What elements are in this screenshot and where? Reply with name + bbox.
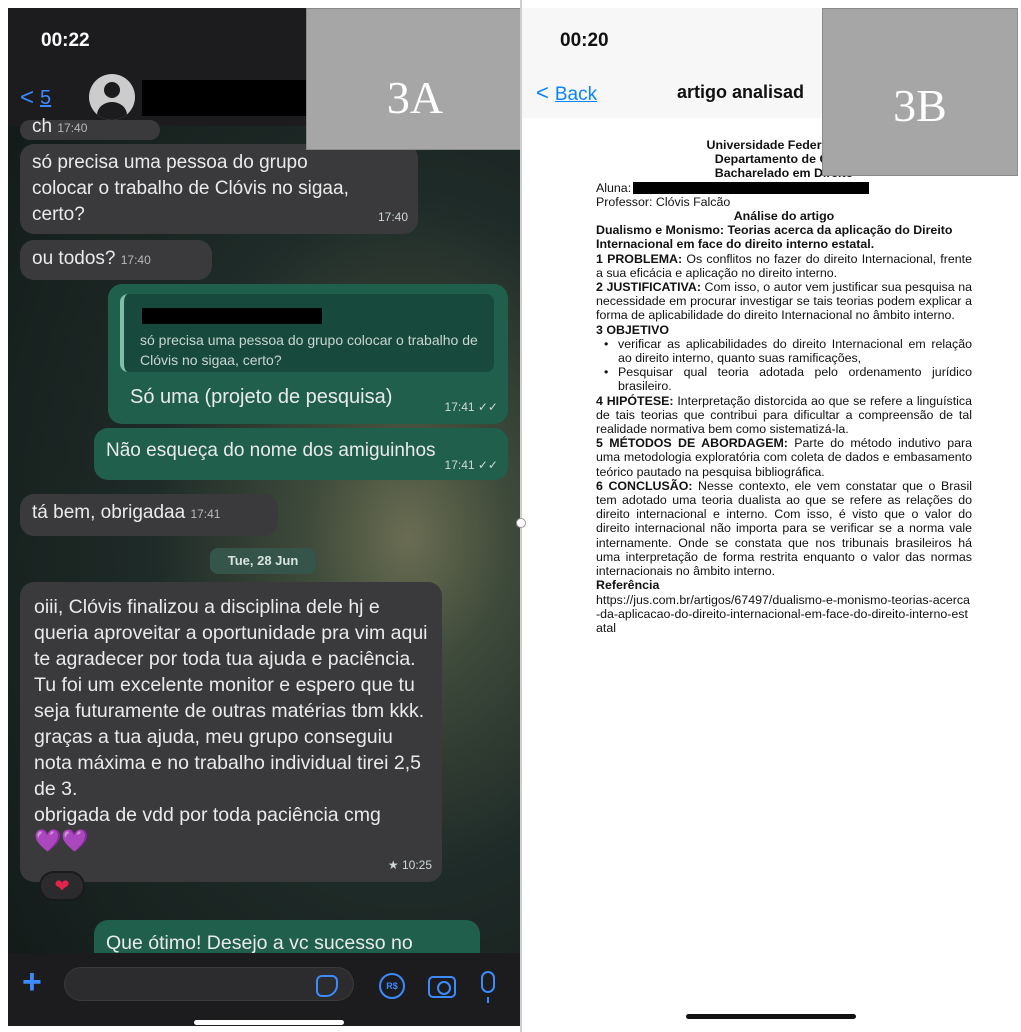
composer-bar: + R$ [8, 953, 521, 1026]
redacted-student-name [633, 182, 870, 195]
status-time: 00:22 [41, 30, 90, 51]
objective-item: Pesquisar qual teoria adotada pelo orden… [596, 365, 972, 393]
back-button[interactable]: < Back [536, 80, 597, 106]
objective-item: verificar as aplicabilidades do direito … [596, 337, 972, 365]
message-time: 17:41 ✓✓ [444, 458, 498, 472]
professor-line: Professor: Clóvis Falcão [596, 194, 731, 209]
document-body: Universidade Federal da P Departamento d… [596, 138, 972, 635]
message-bubble-incoming[interactable]: só precisa uma pessoa do grupo colocar o… [20, 144, 418, 234]
section-label: 5 MÉTODOS DE ABORDAGEM: [596, 436, 788, 451]
message-text: obrigada de vdd por toda paciência cmg [34, 804, 381, 826]
figure-label-text: 3A [386, 72, 444, 123]
section-label: 4 HIPÓTESE: [596, 393, 674, 408]
resize-handle [516, 518, 526, 528]
message-input[interactable] [64, 967, 354, 1001]
message-bubble-partial: ch 17:40 [20, 117, 160, 140]
chevron-left-icon: < [20, 84, 35, 111]
back-label: Back [554, 84, 598, 105]
message-bubble-incoming[interactable]: oiii, Clóvis finalizou a disciplina dele… [20, 582, 442, 882]
back-button[interactable]: <5 [20, 84, 51, 112]
home-indicator [686, 1014, 856, 1019]
heart-reaction[interactable]: ❤ [39, 871, 85, 901]
redacted-quote-author [142, 308, 322, 324]
quoted-text: só precisa uma pessoa do grupo colocar o… [140, 332, 478, 368]
document-screenshot: 00:20 < Back artigo analisad Universidade… [522, 8, 1018, 1026]
section-label: 6 CONCLUSÃO: [596, 478, 693, 493]
quoted-message[interactable]: só precisa uma pessoa do grupo colocar o… [120, 294, 494, 372]
message-text: ch [32, 116, 53, 137]
figure-label-3a: 3A [306, 8, 521, 150]
message-bubble-incoming[interactable]: tá bem, obrigadaa 17:41 [20, 494, 278, 536]
mic-icon[interactable] [481, 971, 495, 1003]
section-metodos: 5 MÉTODOS DE ABORDAGEM: Parte do método … [596, 436, 972, 479]
section-label: 2 JUSTIFICATIVA: [596, 280, 701, 295]
document-title: artigo analisad [677, 82, 805, 102]
section-label: 1 PROBLEMA: [596, 251, 683, 266]
section-title: Análise do artigo [733, 209, 835, 224]
figure-label-3b: 3B [822, 8, 1018, 176]
message-text: oiii, Clóvis finalizou a disciplina dele… [34, 596, 428, 800]
camera-icon[interactable] [428, 976, 456, 998]
message-time: 17:40 [57, 121, 88, 135]
message-bubble-outgoing[interactable]: só precisa uma pessoa do grupo colocar o… [108, 284, 508, 424]
plus-icon[interactable]: + [22, 963, 42, 1002]
reference-url[interactable]: https://jus.com.br/artigos/67497/dualism… [596, 593, 972, 636]
figure-label-text: 3B [893, 80, 947, 131]
section-problema: 1 PROBLEMA: Os conflitos no fazer do dir… [596, 252, 972, 280]
redacted-contact-name [142, 80, 332, 116]
section-conclusao: 6 CONCLUSÃO: Nesse contexto, ele vem con… [596, 479, 972, 578]
avatar[interactable] [89, 74, 135, 120]
purple-heart-emoji: 💜💜 [34, 828, 89, 853]
section-text: Nesse contexto, ele vem constatar que o … [596, 478, 972, 579]
chat-screenshot: 00:22 <5 ch 17:40 só precisa uma pessoa … [8, 8, 521, 1026]
date-separator: Tue, 28 Jun [210, 548, 316, 574]
section-objetivo-label: 3 OBJETIVO [596, 322, 669, 337]
message-text: tá bem, obrigadaa [32, 502, 186, 523]
section-hipotese: 4 HIPÓTESE: Interpretação distorcida ao … [596, 394, 972, 437]
reference-label: Referência [596, 578, 660, 593]
section-justificativa: 2 JUSTIFICATIVA: Com isso, o autor vem j… [596, 280, 972, 323]
unread-count: 5 [40, 86, 52, 109]
student-label: Aluna: [596, 180, 632, 195]
pix-icon[interactable]: R$ [379, 973, 405, 999]
message-text: só precisa uma pessoa do grupo colocar o… [32, 152, 349, 225]
message-text: Não esqueça do nome dos amiguinhos [106, 440, 436, 461]
message-text: Que ótimo! Desejo a vc sucesso no [106, 932, 413, 954]
chevron-left-icon: < [536, 80, 549, 105]
home-indicator [194, 1020, 344, 1025]
message-bubble-outgoing[interactable]: Não esqueça do nome dos amiguinhos 17:41… [94, 428, 508, 480]
panel-divider [520, 0, 522, 1032]
message-text: ou todos? [32, 248, 116, 269]
message-time: 17:40 [120, 253, 151, 267]
message-text: Só uma (projeto de pesquisa) [130, 386, 393, 408]
message-time: 17:41 ✓✓ [444, 400, 498, 414]
message-bubble-incoming[interactable]: ou todos? 17:40 [20, 240, 212, 280]
student-line: Aluna: [596, 181, 972, 195]
message-time: ★ 10:25 [387, 858, 432, 872]
status-time: 00:20 [560, 30, 609, 51]
message-time: 17:40 [377, 210, 408, 224]
message-time: 17:41 [190, 507, 221, 521]
article-title: Dualismo e Monismo: Teorias acerca da ap… [596, 223, 953, 252]
